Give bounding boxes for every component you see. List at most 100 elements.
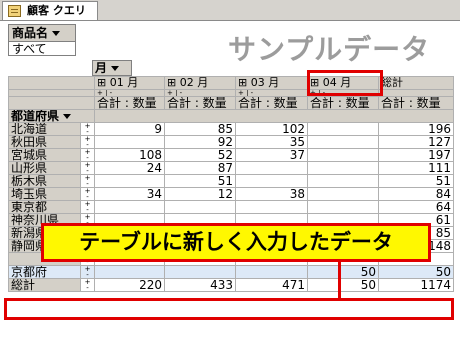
row-header[interactable]: 栃木県	[8, 174, 81, 188]
corner-cell	[8, 89, 95, 97]
row-header[interactable]: 東京都	[8, 200, 81, 214]
table-row: 栃木県 + - 51 51	[8, 174, 454, 188]
table-row: 北海道 + -9 85 102 196	[8, 122, 454, 136]
table-cell	[307, 161, 379, 175]
table-cell	[307, 122, 379, 136]
row-header[interactable]: 埼玉県	[8, 187, 81, 201]
table-cell: 50	[378, 265, 454, 279]
column-header[interactable]: ⊞ 02 月	[164, 76, 236, 90]
filter-label: 商品名	[12, 26, 49, 40]
filter-value: すべて	[9, 41, 75, 56]
table-cell: 85	[164, 122, 236, 136]
table-cell	[307, 135, 379, 149]
expand-toggle[interactable]: +-	[80, 135, 95, 149]
expand-collapse-toggle[interactable]: + | -	[94, 89, 165, 97]
table-cell: 102	[235, 122, 308, 136]
expand-collapse-toggle	[378, 89, 454, 97]
table-cell	[94, 174, 165, 188]
table-cell	[164, 200, 236, 214]
table-cell	[94, 200, 165, 214]
column-header[interactable]: ⊞ 01 月	[94, 76, 165, 90]
row-header[interactable]: 総計	[8, 278, 81, 292]
table-cell	[94, 265, 165, 279]
table-cell	[307, 187, 379, 201]
row-header[interactable]: 北海道	[8, 122, 81, 136]
table-cell: 38	[235, 187, 308, 201]
corner-cell	[8, 96, 95, 110]
table-cell: 1174	[378, 278, 454, 292]
table-cell: 37	[235, 148, 308, 162]
expand-toggle[interactable]: +-	[80, 200, 95, 214]
table-cell: 50	[307, 278, 379, 292]
table-cell: 52	[164, 148, 236, 162]
column-header[interactable]: 総計	[378, 76, 454, 90]
table-cell: 92	[164, 135, 236, 149]
table-row: 総計 + -220 433 471 50 1174	[8, 278, 454, 292]
tab-bar: 顧客 クエリ	[0, 0, 460, 21]
column-field-header[interactable]: 月	[92, 60, 132, 76]
expand-collapse-toggle[interactable]: + | -	[164, 89, 236, 97]
row-field-header[interactable]: 都道府県	[8, 109, 95, 123]
expand-toggle[interactable]: +-	[80, 278, 95, 292]
overlay-title: サンプルデータ	[228, 33, 431, 66]
expand-toggle[interactable]: +-	[80, 161, 95, 175]
table-cell	[307, 148, 379, 162]
table-cell: 127	[378, 135, 454, 149]
measure-header: 合計 : 数量	[164, 96, 236, 110]
measure-header: 合計 : 数量	[307, 96, 379, 110]
table-cell: 51	[164, 174, 236, 188]
expand-toggle[interactable]: +-	[80, 187, 95, 201]
tab-query[interactable]: 顧客 クエリ	[2, 1, 98, 20]
column-field-label: 月	[95, 61, 108, 75]
dropdown-arrow-icon[interactable]	[52, 31, 61, 36]
table-cell	[235, 174, 308, 188]
tab-title: 顧客 クエリ	[27, 4, 86, 17]
highlight-box-new-row	[4, 298, 454, 320]
measure-header: 合計 : 数量	[378, 96, 454, 110]
table-cell: 433	[164, 278, 236, 292]
table-cell	[235, 200, 308, 214]
query-icon	[8, 5, 21, 17]
row-header[interactable]: 山形県	[8, 161, 81, 175]
table-cell: 220	[94, 278, 165, 292]
table-cell	[94, 135, 165, 149]
table-row: 埼玉県 + -34 12 38 84	[8, 187, 454, 201]
row-header[interactable]: 京都府	[8, 265, 81, 279]
table-cell: 108	[94, 148, 165, 162]
table-row: 山形県 + -24 87 111	[8, 161, 454, 175]
table-cell	[235, 265, 308, 279]
corner-cell	[8, 76, 95, 90]
table-cell	[307, 200, 379, 214]
measure-header: 合計 : 数量	[235, 96, 308, 110]
table-cell: 50	[307, 265, 379, 279]
table-cell: 84	[378, 187, 454, 201]
table-cell	[164, 265, 236, 279]
table-row: 京都府 + - 50 50	[8, 265, 454, 279]
column-header[interactable]: ⊞ 03 月	[235, 76, 308, 90]
row-field-label: 都道府県	[11, 109, 60, 123]
filter-field[interactable]: 商品名 すべて	[8, 24, 76, 56]
table-row: 秋田県 + - 92 35 127	[8, 135, 454, 149]
expand-toggle[interactable]: +-	[80, 265, 95, 279]
table-cell: 64	[378, 200, 454, 214]
table-cell: 471	[235, 278, 308, 292]
table-cell: 12	[164, 187, 236, 201]
table-cell: 35	[235, 135, 308, 149]
table-cell	[235, 161, 308, 175]
table-cell: 9	[94, 122, 165, 136]
table-row: 東京都 + - 64	[8, 200, 454, 214]
dropdown-arrow-icon[interactable]	[63, 114, 72, 119]
expand-toggle[interactable]: +-	[80, 122, 95, 136]
row-header[interactable]: 宮城県	[8, 148, 81, 162]
expand-collapse-toggle[interactable]: + | -	[235, 89, 308, 97]
dropdown-arrow-icon[interactable]	[111, 66, 120, 71]
table-cell: 34	[94, 187, 165, 201]
callout-connector	[338, 260, 341, 298]
expand-toggle[interactable]: +-	[80, 148, 95, 162]
table-cell: 111	[378, 161, 454, 175]
table-cell	[307, 174, 379, 188]
header-spacer	[94, 109, 454, 123]
filter-label-cell[interactable]: 商品名	[9, 25, 75, 41]
expand-toggle[interactable]: +-	[80, 174, 95, 188]
row-header[interactable]: 秋田県	[8, 135, 81, 149]
